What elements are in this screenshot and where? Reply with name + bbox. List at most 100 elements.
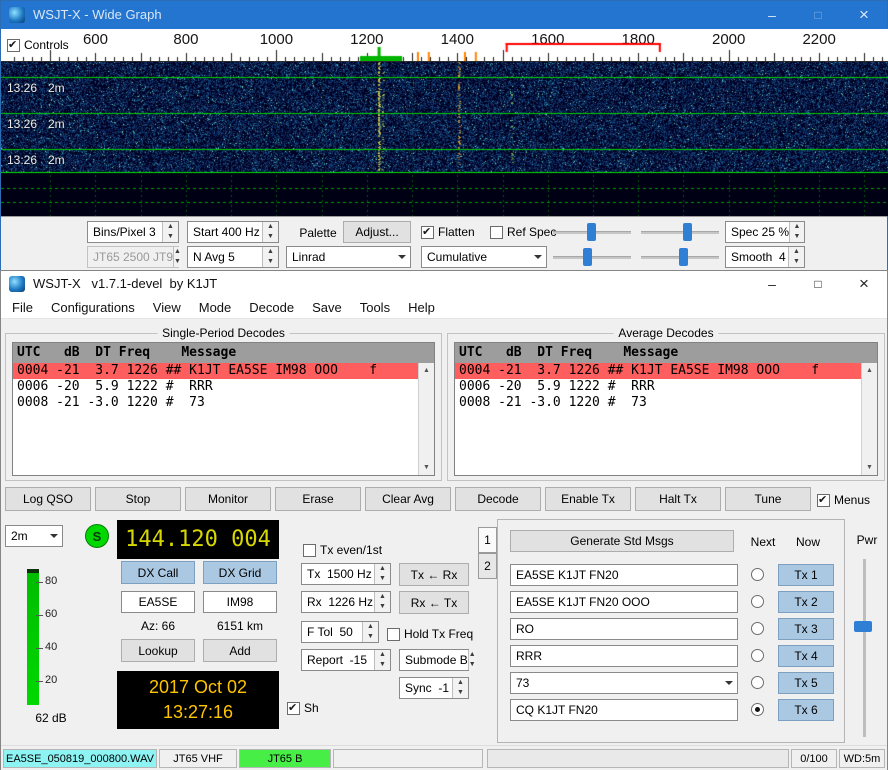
- minimize-icon[interactable]: [749, 271, 795, 297]
- spinner-arrows-icon[interactable]: [374, 564, 390, 584]
- spinner-arrows-icon[interactable]: [262, 222, 278, 242]
- waterfall[interactable]: 13:26 2m 13:26 2m 13:26 2m: [1, 62, 888, 216]
- dx-grid-button[interactable]: DX Grid: [203, 561, 277, 584]
- waterfall-gain-slider[interactable]: [553, 221, 631, 243]
- spectrum-zero-slider[interactable]: [641, 246, 719, 268]
- slider-handle[interactable]: [683, 223, 692, 241]
- report-spinner[interactable]: Report -15: [301, 649, 391, 671]
- pwr-slider-handle[interactable]: [854, 621, 872, 632]
- menu-configurations[interactable]: Configurations: [42, 297, 144, 319]
- log-qso-button[interactable]: Log QSO: [5, 487, 91, 511]
- wide-graph-titlebar[interactable]: WSJT-X - Wide Graph: [1, 1, 887, 29]
- tx-freq-spinner[interactable]: Tx 1500 Hz: [301, 563, 391, 585]
- scroll-up-icon[interactable]: [862, 363, 877, 378]
- erase-button[interactable]: Erase: [275, 487, 361, 511]
- tx5-button[interactable]: Tx 5: [778, 672, 834, 694]
- decode-row[interactable]: 0006 -20 5.9 1222 # RRR: [13, 379, 418, 395]
- scrollbar[interactable]: [861, 363, 877, 475]
- tx6-message-field[interactable]: CQ K1JT FN20: [510, 699, 738, 721]
- dx-grid-field[interactable]: IM98: [203, 591, 277, 613]
- tx4-radio[interactable]: [751, 649, 764, 662]
- f-tol-spinner[interactable]: F Tol 50: [301, 621, 379, 643]
- slider-handle[interactable]: [583, 248, 592, 266]
- tx5-radio[interactable]: [751, 676, 764, 689]
- scroll-up-icon[interactable]: [419, 363, 434, 378]
- generate-std-msgs-button[interactable]: Generate Std Msgs: [510, 530, 734, 552]
- hold-tx-freq-checkbox[interactable]: Hold Tx Freq: [387, 625, 473, 643]
- dx-call-field[interactable]: EA5SE: [121, 591, 195, 613]
- tune-button[interactable]: Tune: [725, 487, 811, 511]
- pwr-slider-groove[interactable]: [863, 559, 866, 737]
- tx2-message-field[interactable]: EA5SE K1JT FN20 OOO: [510, 591, 738, 613]
- spinner-arrows-icon[interactable]: [788, 247, 804, 267]
- spinner-arrows-icon[interactable]: [374, 650, 390, 670]
- menu-mode[interactable]: Mode: [190, 297, 241, 319]
- palette-adjust-button[interactable]: Adjust...: [343, 221, 411, 243]
- decode-row[interactable]: 0004 -21 3.7 1226 ## K1JT EA5SE IM98 OOO…: [455, 363, 861, 379]
- display-mode-combo[interactable]: Cumulative: [421, 246, 547, 268]
- flatten-checkbox[interactable]: Flatten: [421, 223, 475, 241]
- band-select-combo[interactable]: 2m: [5, 525, 63, 547]
- main-titlebar[interactable]: WSJT-X v1.7.1-devel by K1JT: [1, 271, 887, 297]
- rx-from-tx-button[interactable]: Rx ← Tx: [399, 591, 469, 614]
- spec-percent-spinner[interactable]: Spec 25 %: [725, 221, 805, 243]
- monitor-button[interactable]: Monitor: [185, 487, 271, 511]
- decode-button[interactable]: Decode: [455, 487, 541, 511]
- freq-ruler-canvas[interactable]: [1, 29, 888, 61]
- decode-row[interactable]: 0008 -21 -3.0 1220 # 73: [455, 395, 861, 411]
- tab-1[interactable]: 1: [478, 527, 497, 553]
- decode-row[interactable]: 0004 -21 3.7 1226 ## K1JT EA5SE IM98 OOO…: [13, 363, 418, 379]
- spinner-arrows-icon[interactable]: [452, 678, 468, 698]
- slider-handle[interactable]: [587, 223, 596, 241]
- menu-file[interactable]: File: [3, 297, 42, 319]
- spinner-arrows-icon[interactable]: [162, 222, 178, 242]
- enable-tx-button[interactable]: Enable Tx: [545, 487, 631, 511]
- minimize-icon[interactable]: [749, 1, 795, 29]
- menu-decode[interactable]: Decode: [240, 297, 303, 319]
- decode-list[interactable]: 0004 -21 3.7 1226 ## K1JT EA5SE IM98 OOO…: [455, 363, 861, 475]
- tx6-radio[interactable]: [751, 703, 764, 716]
- tx3-message-field[interactable]: RO: [510, 618, 738, 640]
- tx1-radio[interactable]: [751, 568, 764, 581]
- slider-handle[interactable]: [679, 248, 688, 266]
- tx-even-checkbox[interactable]: Tx even/1st: [303, 541, 382, 559]
- menus-checkbox[interactable]: Menus: [817, 491, 870, 509]
- tx5-message-combo[interactable]: 73: [510, 672, 738, 694]
- lookup-button[interactable]: Lookup: [121, 639, 195, 662]
- waterfall-zero-slider[interactable]: [641, 221, 719, 243]
- decode-list[interactable]: 0004 -21 3.7 1226 ## K1JT EA5SE IM98 OOO…: [13, 363, 418, 475]
- sync-spinner[interactable]: Sync -1: [399, 677, 469, 699]
- rx-freq-spinner[interactable]: Rx 1226 Hz: [301, 591, 391, 613]
- tx2-radio[interactable]: [751, 595, 764, 608]
- scrollbar[interactable]: [418, 363, 434, 475]
- add-button[interactable]: Add: [203, 639, 277, 662]
- n-avg-spinner[interactable]: N Avg 5: [187, 246, 279, 268]
- maximize-icon[interactable]: [795, 1, 841, 29]
- scroll-down-icon[interactable]: [419, 460, 434, 475]
- tx4-button[interactable]: Tx 4: [778, 645, 834, 667]
- tab-2[interactable]: 2: [478, 553, 497, 579]
- bins-per-pixel-spinner[interactable]: Bins/Pixel 3: [87, 221, 179, 243]
- spinner-arrows-icon[interactable]: [262, 247, 278, 267]
- tx2-button[interactable]: Tx 2: [778, 591, 834, 613]
- halt-tx-button[interactable]: Halt Tx: [635, 487, 721, 511]
- tx1-button[interactable]: Tx 1: [778, 564, 834, 586]
- menu-tools[interactable]: Tools: [351, 297, 399, 319]
- tx3-radio[interactable]: [751, 622, 764, 635]
- palette-combo[interactable]: Linrad: [286, 246, 411, 268]
- menu-view[interactable]: View: [144, 297, 190, 319]
- spinner-arrows-icon[interactable]: [362, 622, 378, 642]
- spinner-arrows-icon[interactable]: [789, 222, 804, 242]
- maximize-icon[interactable]: [795, 271, 841, 297]
- tx4-message-field[interactable]: RRR: [510, 645, 738, 667]
- menu-save[interactable]: Save: [303, 297, 351, 319]
- spinner-arrows-icon[interactable]: [374, 592, 390, 612]
- decode-row[interactable]: 0006 -20 5.9 1222 # RRR: [455, 379, 861, 395]
- tx-from-rx-button[interactable]: Tx ← Rx: [399, 563, 469, 586]
- start-freq-spinner[interactable]: Start 400 Hz: [187, 221, 279, 243]
- waterfall-canvas[interactable]: [1, 62, 888, 216]
- sh-checkbox[interactable]: Sh: [287, 699, 319, 717]
- tx1-message-field[interactable]: EA5SE K1JT FN20: [510, 564, 738, 586]
- smooth-spinner[interactable]: Smooth 4: [725, 246, 805, 268]
- decode-row[interactable]: 0008 -21 -3.0 1220 # 73: [13, 395, 418, 411]
